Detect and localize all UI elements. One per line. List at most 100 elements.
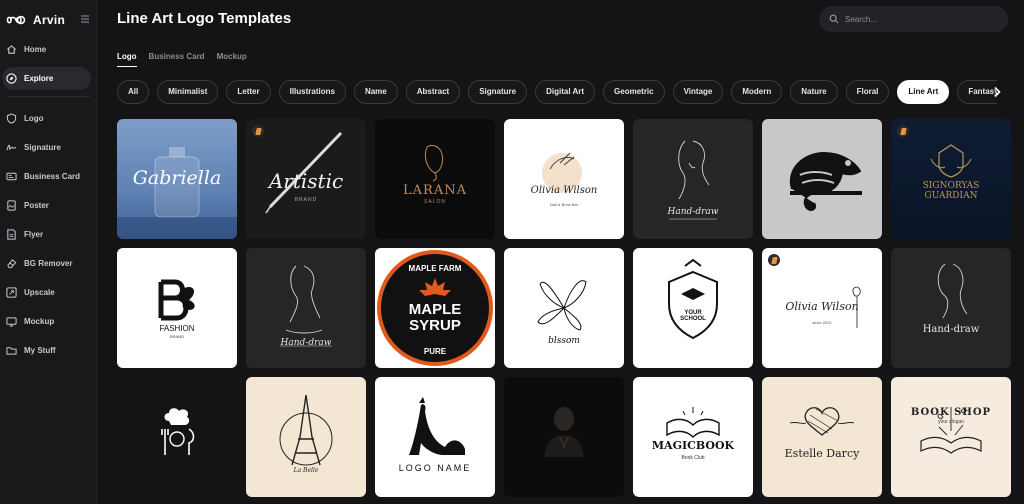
template-name: Hand-draw: [922, 324, 980, 335]
filter-chip-all[interactable]: All: [117, 80, 150, 104]
template-bottom-text: PURE: [423, 347, 447, 356]
template-name: Estelle Darcy: [784, 447, 860, 460]
template-name: Gabriella: [132, 167, 222, 189]
tab-business-card[interactable]: Business Card: [149, 52, 205, 67]
app-name: Arvin: [33, 13, 66, 27]
sidebar-item-home[interactable]: Home: [2, 38, 91, 61]
sidebar-item-logo[interactable]: Logo: [2, 107, 91, 130]
home-icon: [7, 45, 16, 54]
template-card[interactable]: LARANA SALON: [375, 119, 495, 239]
template-name: SIGNORYAS GUARDIAN: [922, 181, 980, 201]
sidebar-item-business-card[interactable]: Business Card: [2, 165, 91, 188]
template-card[interactable]: YOUR SCHOOL: [633, 248, 753, 368]
filter-chips: All Minimalist Letter Illustrations Name Abst…: [117, 80, 997, 105]
sidebar-item-explore[interactable]: Explore: [2, 67, 91, 90]
sidebar-item-bg-remover[interactable]: BG Remover: [2, 252, 91, 275]
template-card[interactable]: MAPLE FARM MAPLE SYRUP PURE: [375, 248, 495, 368]
template-name: Hand-draw: [667, 207, 719, 217]
template-name: Olivia Wilson: [785, 300, 859, 313]
template-name: LOGO NAME: [398, 463, 472, 473]
gentleman-portrait-illustration: [544, 407, 584, 457]
filter-chip-vintage[interactable]: Vintage: [672, 80, 724, 104]
book-butterflies-illustration: [920, 407, 982, 454]
mockup-icon: [6, 317, 17, 327]
search-bar[interactable]: [819, 6, 1008, 32]
template-card[interactable]: Hand-draw: [246, 248, 366, 368]
woman-line-art-illustration: [669, 140, 717, 220]
woman-line-art-illustration: [280, 265, 332, 347]
filter-chip-letter[interactable]: Letter: [226, 80, 271, 104]
collapse-sidebar-icon[interactable]: [80, 14, 90, 24]
sidebar-nav: Home Explore Logo Signature Business Car…: [0, 38, 97, 368]
sidebar-item-label: My Stuff: [24, 346, 56, 355]
sidebar-item-label: Poster: [24, 201, 49, 210]
sidebar-item-flyer[interactable]: Flyer: [2, 223, 91, 246]
template-name: Hand-draw: [280, 338, 332, 348]
sidebar-item-poster[interactable]: Poster: [2, 194, 91, 217]
filter-chip-abstract[interactable]: Abstract: [405, 80, 461, 104]
filter-chip-name[interactable]: Name: [353, 80, 398, 104]
signature-icon: [6, 144, 17, 151]
template-name: YOUR SCHOOL: [680, 310, 706, 322]
template-card[interactable]: [117, 377, 237, 497]
woman-line-art-illustration: [937, 263, 968, 319]
template-card[interactable]: Olivia Wilson since 2021: [762, 248, 882, 368]
eiffel-tower-illustration: [279, 394, 333, 466]
tab-logo[interactable]: Logo: [117, 52, 137, 67]
template-subtitle: your slogan: [938, 419, 964, 425]
template-subtitle: Nail & Brow Bar: [549, 202, 579, 207]
template-card[interactable]: Artistic BRAND: [246, 119, 366, 239]
template-card[interactable]: LOGO NAME: [375, 377, 495, 497]
sidebar-item-label: Flyer: [24, 230, 44, 239]
compass-icon: [6, 73, 17, 84]
template-name: MAGICBOOK: [651, 439, 735, 452]
template-card[interactable]: Hand-draw: [891, 248, 1011, 368]
template-card[interactable]: La Belle: [246, 377, 366, 497]
filter-chip-illustrations[interactable]: Illustrations: [278, 80, 346, 104]
template-card[interactable]: [504, 377, 624, 497]
template-card[interactable]: MAGICBOOK Book Club: [633, 377, 753, 497]
template-card[interactable]: [762, 119, 882, 239]
template-name: BOOK SHOP: [910, 407, 992, 418]
sidebar-item-mockup[interactable]: Mockup: [2, 310, 91, 333]
template-card[interactable]: Olivia Wilson Nail & Brow Bar: [504, 119, 624, 239]
template-subtitle: Book Club: [681, 455, 705, 461]
sidebar-item-label: Mockup: [24, 317, 55, 326]
template-subtitle: BRAND: [294, 197, 318, 203]
tab-mockup[interactable]: Mockup: [217, 52, 247, 67]
template-card[interactable]: FASHION BRAND: [117, 248, 237, 368]
template-card[interactable]: Estelle Darcy: [762, 377, 882, 497]
filter-chip-geometric[interactable]: Geometric: [603, 80, 665, 104]
folder-icon: [6, 347, 17, 355]
template-card[interactable]: blssom: [504, 248, 624, 368]
sidebar-item-signature[interactable]: Signature: [2, 136, 91, 159]
template-subtitle: BRAND: [169, 334, 184, 339]
template-subtitle: since 2021: [812, 320, 832, 325]
search-input[interactable]: [845, 14, 995, 24]
filter-chip-modern[interactable]: Modern: [731, 80, 783, 104]
filter-chip-minimalist[interactable]: Minimalist: [157, 80, 219, 104]
chameleon-illustration: [789, 151, 862, 211]
chef-hat-utensils-illustration: [161, 408, 195, 455]
infinity-logo-icon: [6, 15, 26, 25]
filter-chip-nature[interactable]: Nature: [790, 80, 838, 104]
filter-chip-line-art[interactable]: Line Art: [897, 80, 950, 104]
poster-icon: [7, 200, 16, 211]
template-card[interactable]: BOOK SHOP your slogan: [891, 377, 1011, 497]
sidebar-item-my-stuff[interactable]: My Stuff: [2, 339, 91, 362]
filter-chip-digital-art[interactable]: Digital Art: [535, 80, 596, 104]
woman-profile-illustration: [424, 144, 444, 182]
template-card[interactable]: Hand-draw: [633, 119, 753, 239]
template-card[interactable]: SIGNORYAS GUARDIAN: [891, 119, 1011, 239]
template-name: blssom: [548, 336, 580, 346]
filter-chip-floral[interactable]: Floral: [845, 80, 890, 104]
upscale-icon: [6, 287, 17, 298]
chevron-right-icon[interactable]: [992, 86, 1002, 98]
sidebar-item-upscale[interactable]: Upscale: [2, 281, 91, 304]
template-card[interactable]: Gabriella: [117, 119, 237, 239]
filter-chip-signature[interactable]: Signature: [468, 80, 528, 104]
sidebar-item-label: Logo: [24, 114, 44, 123]
template-name: Olivia Wilson: [530, 185, 598, 196]
flyer-icon: [7, 229, 16, 240]
letter-b-butterfly-illustration: [158, 279, 195, 321]
